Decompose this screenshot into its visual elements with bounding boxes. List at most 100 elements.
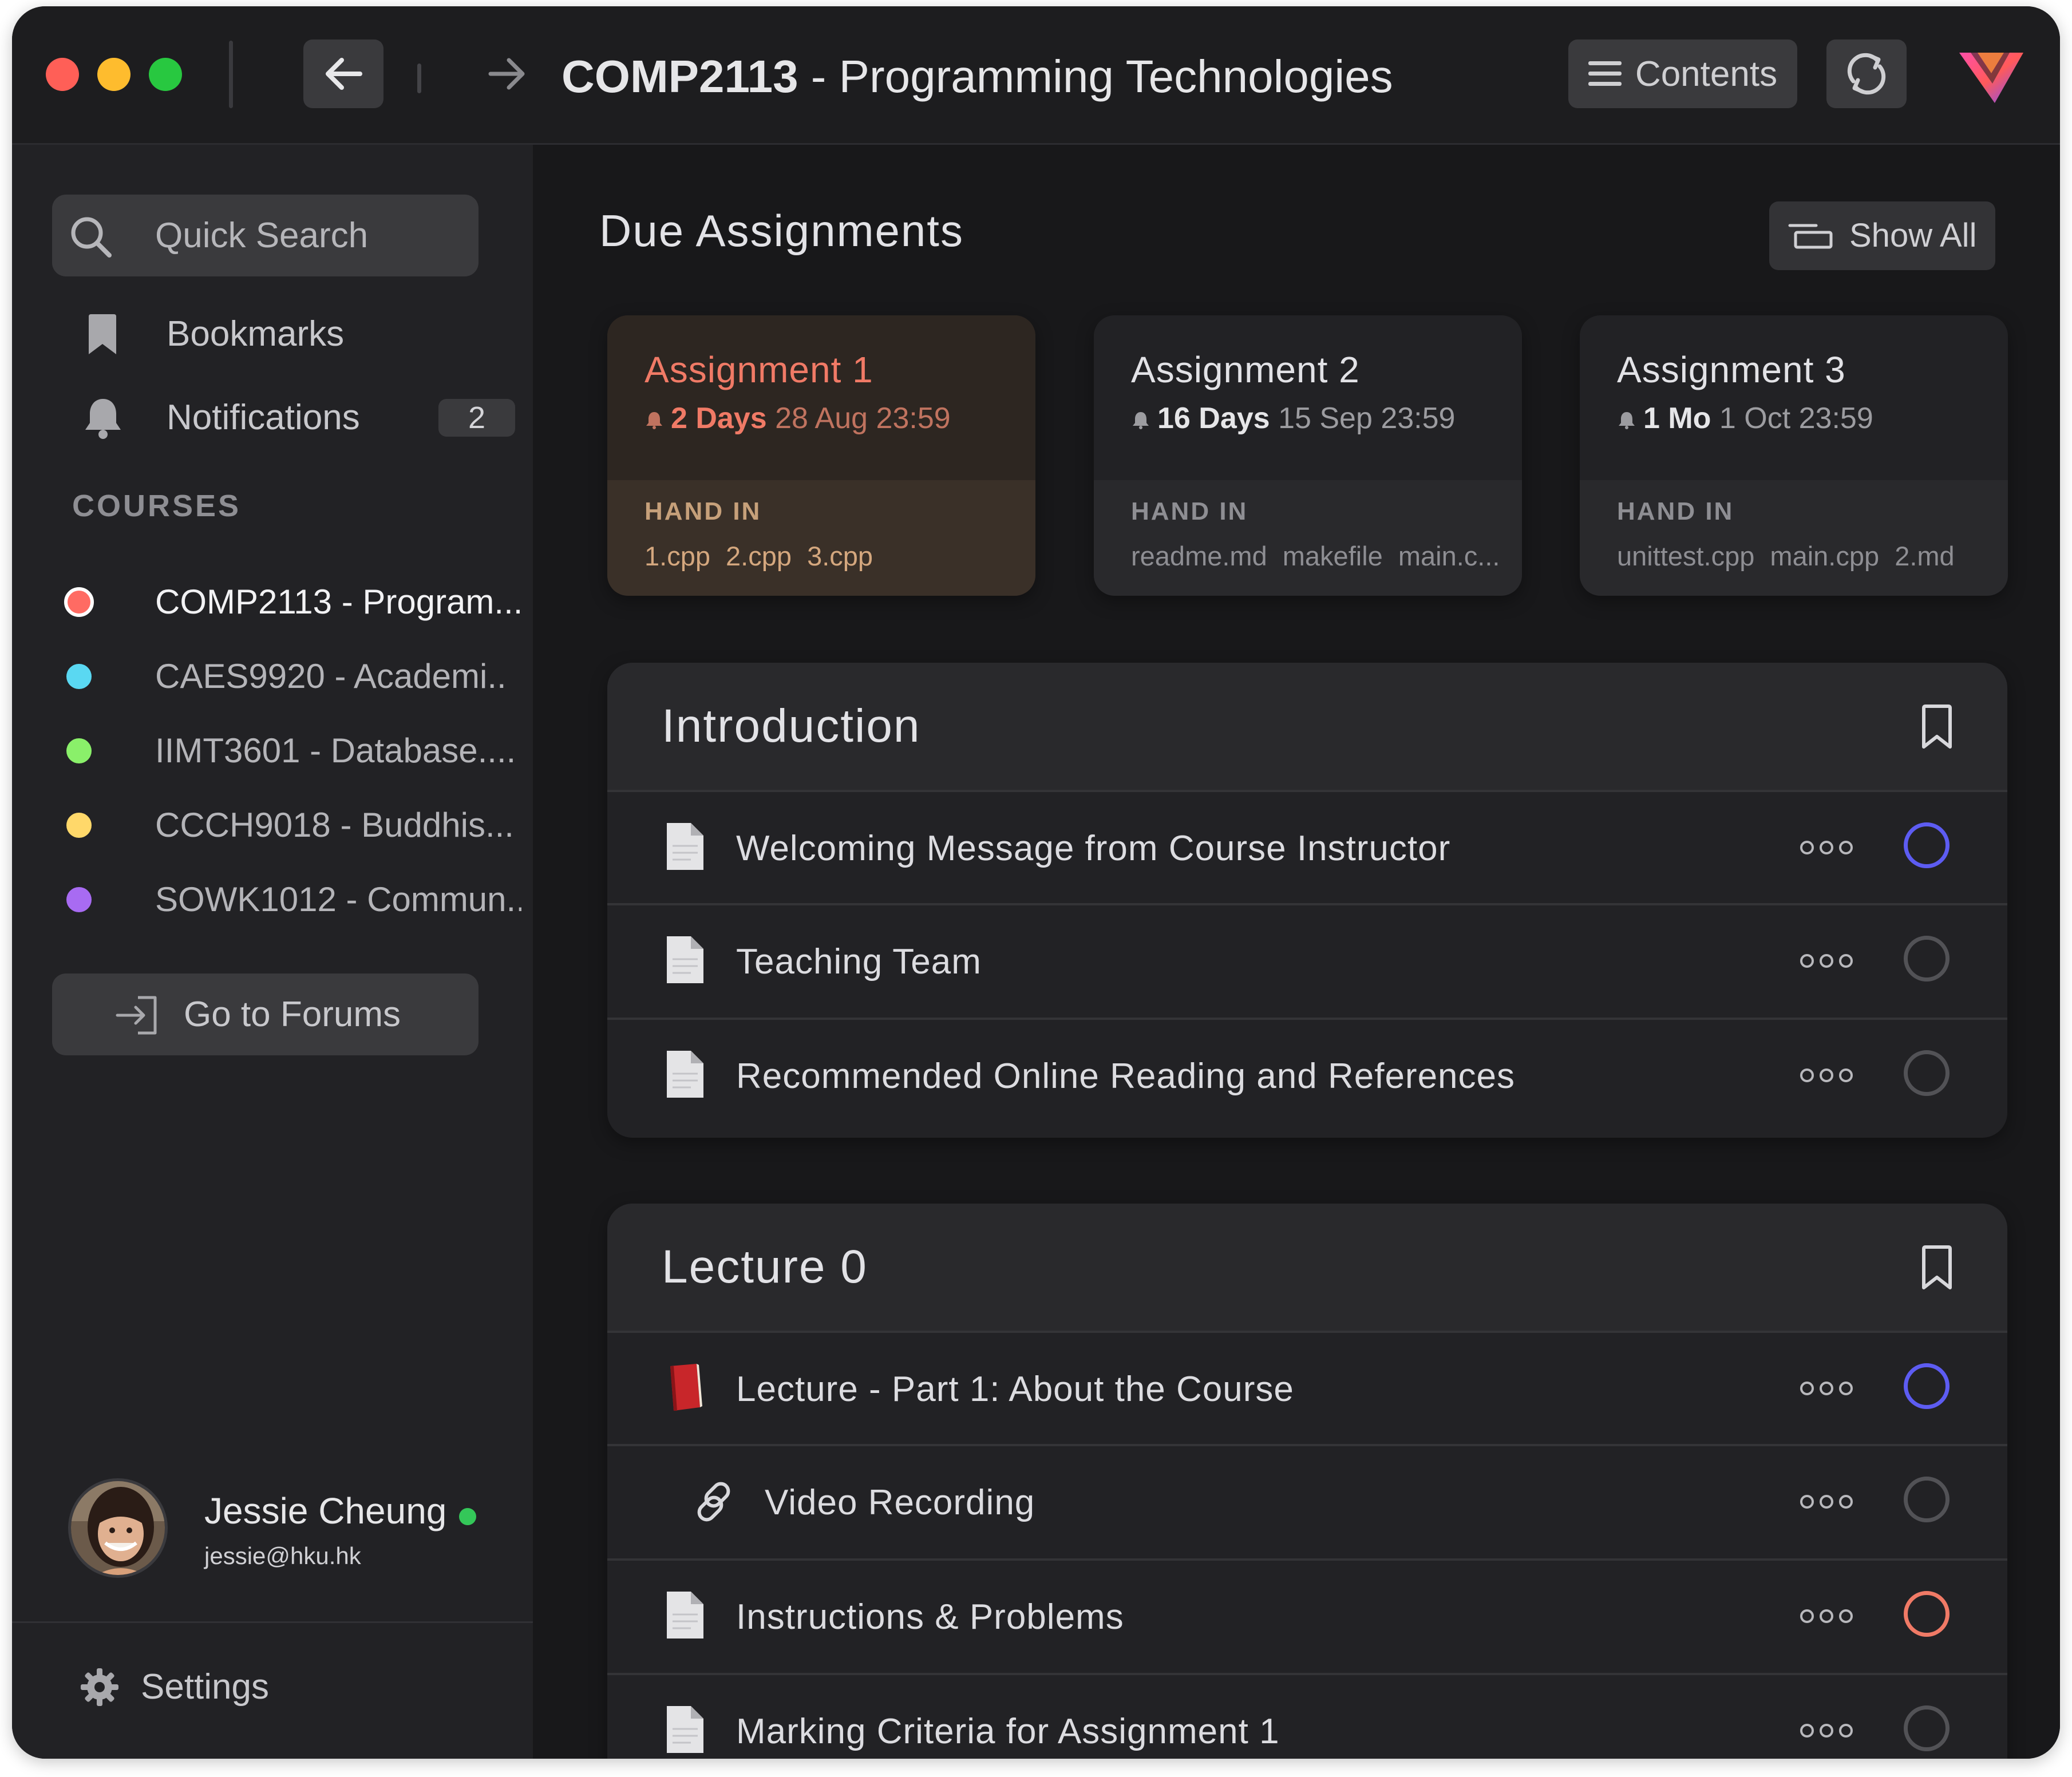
show-all-label: Show All [1849,217,1977,254]
course-label: CAES9920 - Academi.. [155,657,507,695]
course-item-ccch9018[interactable]: CCCH9018 - Buddhis... [66,794,524,857]
zoom-window-button[interactable] [149,58,182,91]
hand-in-label: HAND IN [644,497,762,525]
course-title: - Programming Technologies [798,51,1393,102]
enter-forum-icon [116,996,157,1035]
hamburger-icon [1588,61,1622,86]
contents-button[interactable]: Contents [1568,39,1797,108]
sidebar-divider [12,1621,533,1623]
completion-toggle[interactable] [1904,1705,1950,1751]
list-item[interactable]: Lecture - Part 1: About the Course [607,1331,2007,1446]
assignment-card-header: Assignment 2 16 Days 15 Sep 23:59 [1094,315,1522,480]
bookmarks-label: Bookmarks [167,314,345,354]
quick-search-field[interactable]: Quick Search [52,195,479,276]
assignment-date: 1 Oct 23:59 [1719,402,1873,435]
assignment-card-2[interactable]: Assignment 2 16 Days 15 Sep 23:59 HAND I… [1094,315,1522,596]
completion-toggle[interactable] [1904,1477,1950,1522]
more-options-icon[interactable] [1798,1380,1855,1397]
assignment-card-1[interactable]: Assignment 1 2 Days 28 Aug 23:59 HAND IN… [607,315,1035,596]
more-options-icon[interactable] [1798,952,1855,969]
forums-label: Go to Forums [184,995,401,1034]
list-item[interactable]: Video Recording [607,1444,2007,1559]
course-color-dot [66,887,92,912]
item-label: Recommended Online Reading and Reference… [736,1056,1516,1096]
list-item[interactable]: Instructions & Problems [607,1558,2007,1673]
gear-icon [81,1668,118,1706]
go-to-forums-button[interactable]: Go to Forums [52,973,479,1055]
book-icon [670,1364,702,1411]
completion-toggle[interactable] [1904,1050,1950,1096]
bookmark-icon [89,314,116,354]
assignment-due: 16 Days 15 Sep 23:59 [1131,401,1455,436]
course-color-dot [66,664,92,689]
course-item-comp2113[interactable]: COMP2113 - Program... [64,571,524,634]
document-icon [667,1706,703,1753]
nav-divider [417,64,421,93]
hand-in-files: 1.cpp 2.cpp 3.cpp [644,541,873,571]
course-color-dot [66,738,92,763]
completion-toggle[interactable] [1904,822,1950,868]
assignment-card-footer: HAND IN unittest.cpp main.cpp 2.md [1580,480,2008,596]
courses-heading: COURSES [72,489,242,523]
sidebar-item-notifications[interactable]: Notifications 2 [52,386,515,449]
avatar[interactable] [68,1478,168,1578]
list-item[interactable]: Recommended Online Reading and Reference… [607,1018,2007,1133]
bell-icon [85,399,121,439]
completion-toggle[interactable] [1904,1363,1950,1409]
user-profile[interactable]: Jessie Cheung jessie@hku.hk [68,1478,520,1581]
course-item-iimt3601[interactable]: IIMT3601 - Database.... [66,719,524,782]
sync-button[interactable] [1826,39,1907,108]
sidebar-item-bookmarks[interactable]: Bookmarks [52,303,487,366]
bookmark-icon[interactable] [1921,705,1953,749]
more-options-icon[interactable] [1798,1493,1855,1510]
course-label: IIMT3601 - Database.... [155,731,516,770]
back-button[interactable] [303,39,383,108]
list-item[interactable]: Marking Criteria for Assignment 1 [607,1673,2007,1759]
assignment-due: 2 Days 28 Aug 23:59 [644,401,951,436]
course-color-dot [64,587,94,617]
close-window-button[interactable] [46,58,79,91]
document-icon [667,1592,703,1639]
more-options-icon[interactable] [1798,839,1855,856]
bookmark-icon[interactable] [1921,1245,1953,1290]
completion-toggle[interactable] [1904,1591,1950,1637]
back-arrow-icon [326,58,362,90]
assignment-date: 28 Aug 23:59 [775,402,951,435]
section-header: Lecture 0 [607,1204,2007,1331]
assignment-card-header: Assignment 1 2 Days 28 Aug 23:59 [607,315,1035,480]
item-label: Instructions & Problems [736,1597,1124,1637]
assignment-name: Assignment 3 [1617,349,1846,390]
more-options-icon[interactable] [1798,1067,1855,1084]
assignment-card-footer: HAND IN readme.md makefile main.c... [1094,480,1522,596]
sync-icon [1847,53,1886,95]
show-all-button[interactable]: Show All [1769,201,1995,270]
document-icon [667,936,703,983]
main-content: Due Assignments Show All Assignment 1 2 … [533,145,2060,1759]
item-label: Welcoming Message from Course Instructor [736,829,1451,868]
app-window: COMP2113 - Programming Technologies Cont… [12,6,2060,1759]
more-options-icon[interactable] [1798,1722,1855,1739]
titlebar-divider [229,41,233,108]
forward-button[interactable] [467,39,547,108]
user-email: jessie@hku.hk [204,1542,361,1569]
settings-button[interactable]: Settings [69,1656,355,1719]
more-options-icon[interactable] [1798,1608,1855,1625]
assignment-card-3[interactable]: Assignment 3 1 Mo 1 Oct 23:59 HAND IN un… [1580,315,2008,596]
course-item-caes9920[interactable]: CAES9920 - Academi.. [66,645,524,708]
item-label: Marking Criteria for Assignment 1 [736,1712,1280,1751]
completion-toggle[interactable] [1904,936,1950,981]
document-icon [667,823,703,870]
list-item[interactable]: Welcoming Message from Course Instructor [607,790,2007,905]
course-item-sowk1012[interactable]: SOWK1012 - Commun.. [66,868,524,931]
app-logo [1959,53,2023,103]
section-title: Lecture 0 [662,1241,868,1293]
bell-icon [646,412,662,430]
notifications-label: Notifications [167,398,360,437]
title-bar: COMP2113 - Programming Technologies Cont… [12,6,2060,145]
window-title: COMP2113 - Programming Technologies [562,48,1393,105]
forward-arrow-icon [488,58,525,90]
list-item[interactable]: Teaching Team [607,903,2007,1018]
minimize-window-button[interactable] [97,58,131,91]
section-lecture-0: Lecture 0 Lecture - Part 1: About the Co… [607,1204,2007,1759]
assignment-name: Assignment 2 [1131,349,1360,390]
